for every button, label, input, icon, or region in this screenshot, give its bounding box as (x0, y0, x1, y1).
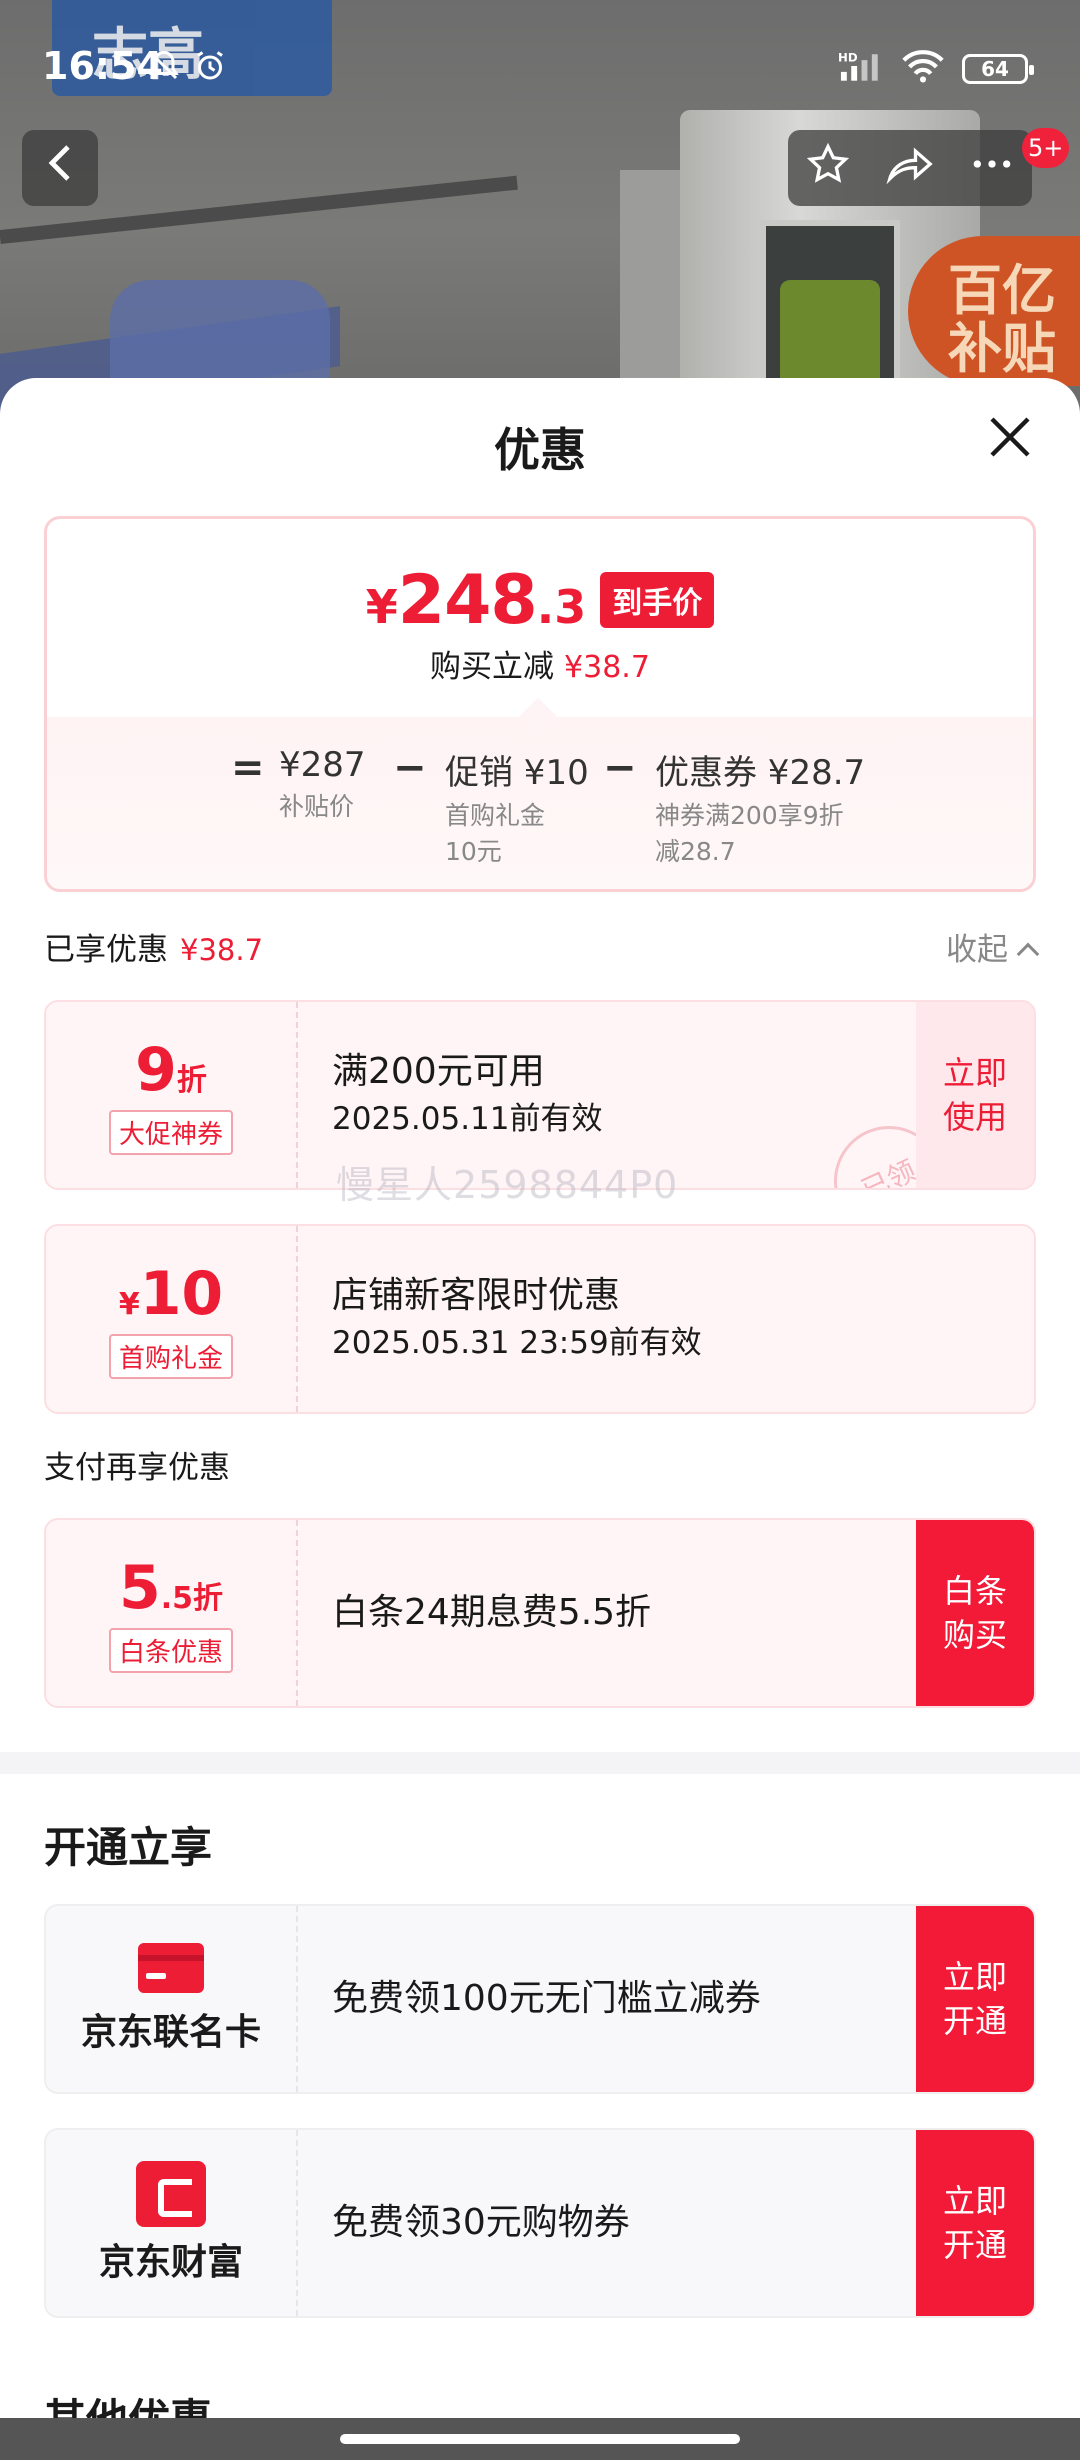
coupon-tag: 白条优惠 (108, 1627, 233, 1673)
coupon-unit: 折 (176, 1062, 207, 1098)
signal-icon: HD (838, 46, 888, 86)
credit-card-icon (138, 1943, 204, 1993)
section-divider (0, 1752, 1080, 1774)
collapse-toggle[interactable]: 收起 (946, 924, 1040, 969)
baitiao-buy-button[interactable]: 白条 购买 (916, 1520, 1034, 1706)
minus-sign: − (393, 745, 427, 791)
discount-sheet: 优惠 ¥ 248 .3 到手价 购买立减 ¥38.7 = ¥287 补贴价 − (0, 378, 1080, 2460)
home-indicator[interactable] (340, 2434, 740, 2444)
wifi-icon (900, 46, 946, 86)
message-count-badge: 5+ (1022, 128, 1070, 168)
open-item-jd-card[interactable]: 京东联名卡 免费领100元无门槛立减券 立即 开通 (44, 1904, 1036, 2094)
coupon-card-first-purchase[interactable]: ¥10 首购礼金 店铺新客限时优惠 2025.05.31 23:59前有效 (44, 1224, 1036, 1414)
clock: 16:54 (42, 44, 163, 88)
top-action-group (788, 130, 1032, 206)
open-now-button[interactable]: 立即 开通 (916, 2130, 1034, 2316)
coupon-tag: 首购礼金 (108, 1333, 233, 1379)
svg-text:HD: HD (838, 51, 858, 65)
coupon-details: 店铺新客限时优惠 2025.05.31 23:59前有效 (332, 1226, 702, 1412)
instant-discount-value: ¥38.7 (564, 650, 650, 685)
close-icon (986, 403, 1034, 476)
minus-sign: − (603, 745, 637, 791)
chevron-up-icon (1016, 942, 1040, 966)
breakdown-term-coupon: 优惠券 ¥28.7 神券满200享9折 减28.7 (655, 745, 865, 870)
close-button[interactable] (978, 410, 1042, 474)
bell-off-icon (146, 46, 182, 86)
coupon-big-number: 5 (118, 1552, 161, 1623)
alarm-icon (192, 46, 228, 86)
gift-ribbon-decoration (110, 280, 330, 380)
coupon-title: 满200元可用 (332, 1051, 545, 1092)
term-sub: 神券满200享9折 减28.7 (655, 801, 844, 866)
instant-discount-label: 购买立减 (430, 649, 555, 685)
term-main: ¥287 (279, 745, 366, 785)
price-decimal: .3 (536, 580, 587, 634)
battery-indicator: 64 (962, 54, 1034, 84)
term-sub: 首购礼金 10元 (445, 801, 546, 866)
more-icon[interactable] (970, 142, 1014, 195)
coupon-big-number: 10 (139, 1258, 224, 1329)
currency-symbol: ¥ (365, 580, 398, 634)
user-watermark: 慢星人2598844P0 (336, 1163, 679, 1207)
coupon-value: 5.5折 白条优惠 (46, 1520, 298, 1706)
price-integer: 248 (397, 561, 538, 640)
brand-name: 京东联名卡 (80, 2012, 261, 2053)
pay-section-label: 支付再享优惠 (44, 1450, 230, 1486)
jd-wealth-icon (136, 2161, 206, 2227)
subsidy-badge[interactable]: 百亿补贴 (908, 236, 1080, 386)
term-main: 优惠券 ¥28.7 (655, 753, 866, 793)
final-price-tag: 到手价 (600, 572, 715, 628)
status-bar: 16:54 HD 64 (0, 0, 1080, 130)
coupon-tag: 大促神券 (108, 1109, 233, 1155)
price-summary-card: ¥ 248 .3 到手价 购买立减 ¥38.7 = ¥287 补贴价 − 促销 ¥… (44, 516, 1036, 892)
pointer-arrow (519, 697, 557, 735)
open-item-jd-wealth[interactable]: 京东财富 免费领30元购物券 立即 开通 (44, 2128, 1036, 2318)
coupon-title: 白条24期息费5.5折 (332, 1592, 652, 1633)
chevron-left-icon (46, 143, 74, 194)
open-now-button[interactable]: 立即 开通 (916, 1906, 1034, 2092)
enjoyed-discount-row: 已享优惠 ¥38.7 收起 (44, 924, 1040, 974)
share-icon[interactable] (886, 142, 934, 195)
enjoyed-value: ¥38.7 (180, 933, 264, 967)
coupon-currency: ¥ (118, 1286, 140, 1322)
open-item-details: 免费领100元无门槛立减券 (332, 1906, 761, 2092)
coupon-title: 店铺新客限时优惠 (332, 1275, 621, 1316)
open-section-title: 开通立享 (44, 1823, 213, 1872)
star-icon[interactable] (806, 142, 850, 195)
coupon-card-baitiao[interactable]: 5.5折 白条优惠 白条24期息费5.5折 白条 购买 (44, 1518, 1036, 1708)
price-breakdown: = ¥287 补贴价 − 促销 ¥10 首购礼金 10元 − 优惠券 ¥28.7… (47, 697, 1033, 889)
open-item-brand: 京东联名卡 (46, 1906, 298, 2092)
coupon-unit: .5折 (160, 1580, 224, 1616)
instant-discount: 购买立减 ¥38.7 (47, 641, 1033, 686)
final-price: ¥ 248 .3 到手价 (47, 561, 1033, 640)
breakdown-term-promotion: 促销 ¥10 首购礼金 10元 (445, 745, 589, 870)
term-sub: 补贴价 (279, 792, 355, 821)
enjoyed-label: 已享优惠 (44, 932, 168, 968)
brand-name: 京东财富 (98, 2242, 243, 2283)
coupon-validity: 2025.05.31 23:59前有效 (332, 1325, 702, 1361)
open-item-details: 免费领30元购物券 (332, 2130, 630, 2316)
equals-sign: = (231, 745, 265, 791)
coupon-details: 白条24期息费5.5折 (332, 1520, 651, 1706)
coupon-validity: 2025.05.11前有效 (332, 1101, 603, 1137)
back-button[interactable] (22, 130, 98, 206)
term-main: 促销 ¥10 (445, 753, 589, 793)
coupon-value: 9折 大促神券 (46, 1002, 298, 1188)
open-item-title: 免费领100元无门槛立减券 (332, 1978, 761, 2019)
sheet-title: 优惠 (494, 423, 586, 477)
use-now-button[interactable]: 立即 使用 (916, 1002, 1034, 1188)
collapse-label: 收起 (946, 932, 1008, 968)
coupon-value: ¥10 首购礼金 (46, 1226, 298, 1412)
open-item-brand: 京东财富 (46, 2130, 298, 2316)
breakdown-term-subsidy-price: ¥287 补贴价 (279, 745, 366, 825)
coupon-big-number: 9 (135, 1034, 177, 1105)
open-item-title: 免费领30元购物券 (332, 2202, 630, 2243)
